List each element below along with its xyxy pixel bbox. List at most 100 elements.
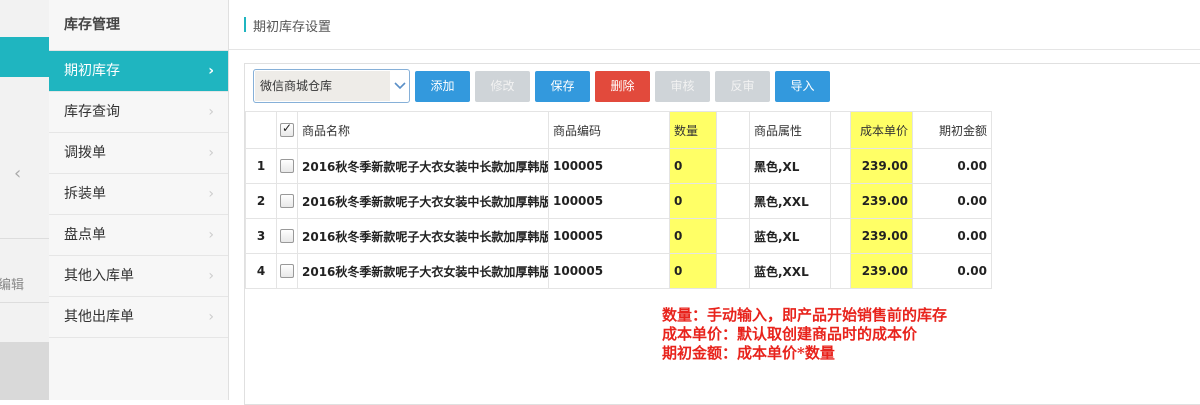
sidebar-item-other-inbound[interactable]: 其他入库单 › — [49, 256, 228, 297]
sidebar-item-label: 盘点单 — [64, 227, 106, 243]
sidebar-item-other-outbound[interactable]: 其他出库单 › — [49, 297, 228, 338]
warehouse-select[interactable]: 微信商城仓库 — [253, 69, 410, 103]
row-checkbox-cell[interactable] — [276, 148, 298, 184]
cell-product-attr: 黑色,XXL — [749, 183, 831, 219]
import-button[interactable]: 导入 — [775, 71, 830, 102]
cell-product-name: 2016秋冬季新款呢子大衣女装中长款加厚韩版 — [297, 253, 549, 289]
cell-quantity[interactable]: 0 — [669, 183, 717, 219]
audit-button[interactable]: 审核 — [655, 71, 710, 102]
cell-opening-amount: 0.00 — [912, 253, 992, 289]
cell-quantity[interactable]: 0 — [669, 218, 717, 254]
header-opening-amount[interactable]: 期初金额 — [912, 111, 992, 149]
row-checkbox[interactable] — [280, 194, 294, 209]
strip-divider — [0, 238, 49, 239]
chevron-right-icon: › — [208, 186, 214, 202]
cell-product-code: 100005 — [548, 218, 670, 254]
collapse-chevron-icon[interactable]: ‹ — [14, 163, 21, 184]
table-row[interactable]: 1 2016秋冬季新款呢子大衣女装中长款加厚韩版 100005 0 黑色,XL … — [245, 148, 992, 184]
sidebar-item-opening-stock[interactable]: 期初库存 › — [49, 51, 228, 92]
chevron-right-icon: › — [208, 268, 214, 284]
add-button[interactable]: 添加 — [415, 71, 470, 102]
left-collapsed-strip: ‹ 编辑 — [0, 0, 50, 400]
edit-button[interactable]: 修改 — [475, 71, 530, 102]
chevron-down-icon — [394, 82, 406, 90]
cell-unit-cost[interactable]: 239.00 — [850, 183, 913, 219]
cell-product-code: 100005 — [548, 183, 670, 219]
delete-button[interactable]: 删除 — [595, 71, 650, 102]
strip-active-marker[interactable] — [0, 37, 49, 77]
strip-divider — [0, 302, 49, 303]
cell-product-attr: 黑色,XL — [749, 148, 831, 184]
chevron-right-icon: › — [208, 145, 214, 161]
row-checkbox-cell[interactable] — [276, 253, 298, 289]
opening-stock-table: 商品名称 商品编码 数量 商品属性 成本单价 期初金额 1 2016秋冬季新款呢… — [245, 111, 992, 289]
select-all-checkbox[interactable] — [280, 121, 294, 138]
cell-spacer — [716, 148, 750, 184]
cell-unit-cost[interactable]: 239.00 — [850, 253, 913, 289]
cell-quantity[interactable]: 0 — [669, 148, 717, 184]
sidebar-item-stock-query[interactable]: 库存查询 › — [49, 92, 228, 133]
cell-product-name: 2016秋冬季新款呢子大衣女装中长款加厚韩版 — [297, 148, 549, 184]
header-index — [245, 111, 277, 149]
header-select-all[interactable] — [276, 111, 298, 149]
sidebar-title: 库存管理 — [49, 0, 228, 51]
cell-product-code: 100005 — [548, 148, 670, 184]
cell-spacer — [716, 218, 750, 254]
header-product-attr[interactable]: 商品属性 — [749, 111, 831, 149]
warehouse-select-value: 微信商城仓库 — [255, 71, 390, 101]
cell-spacer — [830, 148, 851, 184]
row-index: 2 — [245, 183, 277, 219]
header-unit-cost[interactable]: 成本单价 — [850, 111, 913, 149]
cell-spacer — [830, 218, 851, 254]
sidebar: 库存管理 期初库存 › 库存查询 › 调拨单 › 拆装单 › 盘点单 › 其他入… — [49, 0, 229, 400]
chevron-right-icon: › — [208, 104, 214, 120]
cell-unit-cost[interactable]: 239.00 — [850, 218, 913, 254]
table-row[interactable]: 2 2016秋冬季新款呢子大衣女装中长款加厚韩版 100005 0 黑色,XXL… — [245, 183, 992, 219]
title-accent-bar — [244, 17, 246, 32]
cell-spacer — [716, 253, 750, 289]
cell-spacer — [830, 183, 851, 219]
row-checkbox-cell[interactable] — [276, 183, 298, 219]
sidebar-item-transfer[interactable]: 调拨单 › — [49, 133, 228, 174]
unaudit-button[interactable]: 反审 — [715, 71, 770, 102]
cell-quantity[interactable]: 0 — [669, 253, 717, 289]
cell-product-name: 2016秋冬季新款呢子大衣女装中长款加厚韩版 — [297, 218, 549, 254]
header-quantity[interactable]: 数量 — [669, 111, 717, 149]
sidebar-item-assembly[interactable]: 拆装单 › — [49, 174, 228, 215]
row-checkbox[interactable] — [280, 229, 294, 244]
header-spacer — [830, 111, 851, 149]
cell-product-attr: 蓝色,XL — [749, 218, 831, 254]
header-product-name[interactable]: 商品名称 — [297, 111, 549, 149]
page-header: 期初库存设置 — [229, 0, 1200, 50]
sidebar-item-label: 其他入库单 — [64, 268, 134, 284]
sidebar-item-label: 其他出库单 — [64, 309, 134, 325]
header-product-code[interactable]: 商品编码 — [548, 111, 670, 149]
sidebar-item-label: 库存查询 — [64, 104, 120, 120]
table-row[interactable]: 4 2016秋冬季新款呢子大衣女装中长款加厚韩版 100005 0 蓝色,XXL… — [245, 253, 992, 289]
cell-spacer — [830, 253, 851, 289]
chevron-right-icon: › — [208, 309, 214, 325]
cell-product-attr: 蓝色,XXL — [749, 253, 831, 289]
table-row[interactable]: 3 2016秋冬季新款呢子大衣女装中长款加厚韩版 100005 0 蓝色,XL … — [245, 218, 992, 254]
strip-footer-block — [0, 342, 49, 400]
sidebar-item-label: 拆装单 — [64, 186, 106, 202]
cell-unit-cost[interactable]: 239.00 — [850, 148, 913, 184]
cell-spacer — [716, 183, 750, 219]
annotation-line-unit-cost: 成本单价：默认取创建商品时的成本价 — [662, 325, 918, 343]
cell-opening-amount: 0.00 — [912, 148, 992, 184]
cell-product-code: 100005 — [548, 253, 670, 289]
chevron-right-icon: › — [208, 63, 214, 79]
sidebar-item-stocktake[interactable]: 盘点单 › — [49, 215, 228, 256]
row-checkbox[interactable] — [280, 264, 294, 279]
table-header-row: 商品名称 商品编码 数量 商品属性 成本单价 期初金额 — [245, 111, 992, 149]
save-button[interactable]: 保存 — [535, 71, 590, 102]
row-checkbox[interactable] — [280, 159, 294, 174]
strip-edit-label[interactable]: 编辑 — [0, 274, 24, 293]
cell-product-name: 2016秋冬季新款呢子大衣女装中长款加厚韩版 — [297, 183, 549, 219]
annotation-note: 数量：手动输入，即产品开始销售前的库存 成本单价：默认取创建商品时的成本价 期初… — [662, 306, 947, 363]
annotation-line-quantity: 数量：手动输入，即产品开始销售前的库存 — [662, 306, 948, 324]
header-spacer — [716, 111, 750, 149]
row-checkbox-cell[interactable] — [276, 218, 298, 254]
row-index: 1 — [245, 148, 277, 184]
chevron-right-icon: › — [208, 227, 214, 243]
